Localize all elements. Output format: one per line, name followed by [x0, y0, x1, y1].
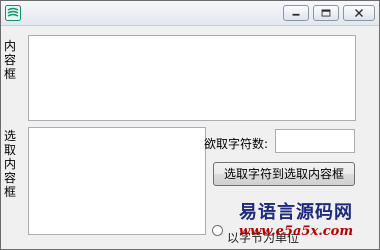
- watermark-title: 易语言源码网: [239, 202, 353, 223]
- selected-box-label: 选取内容框: [3, 129, 16, 199]
- title-bar[interactable]: [1, 1, 379, 26]
- watermark: 易语言源码网 www.e5a5x.com: [221, 202, 371, 239]
- maximize-icon: [321, 9, 331, 17]
- content-box-label: 内容框: [3, 39, 16, 81]
- selected-textbox[interactable]: [28, 127, 206, 235]
- maximize-button[interactable]: [313, 5, 339, 21]
- select-chars-button[interactable]: 选取字符到选取内容框: [213, 162, 355, 186]
- char-count-input[interactable]: [275, 129, 355, 153]
- content-textbox[interactable]: [28, 35, 356, 121]
- app-icon: [5, 5, 21, 21]
- minimize-icon: [292, 13, 300, 16]
- char-count-label: 欲取字符数:: [204, 137, 269, 151]
- minimize-button[interactable]: [283, 5, 309, 21]
- watermark-url: www.e5a5x.com: [238, 224, 354, 239]
- app-window: 内容框 选取内容框 欲取字符数: 选取字符到选取内容框 以字节为单位 易语言源码…: [0, 0, 380, 250]
- close-button[interactable]: [343, 5, 375, 21]
- close-icon: [355, 9, 363, 17]
